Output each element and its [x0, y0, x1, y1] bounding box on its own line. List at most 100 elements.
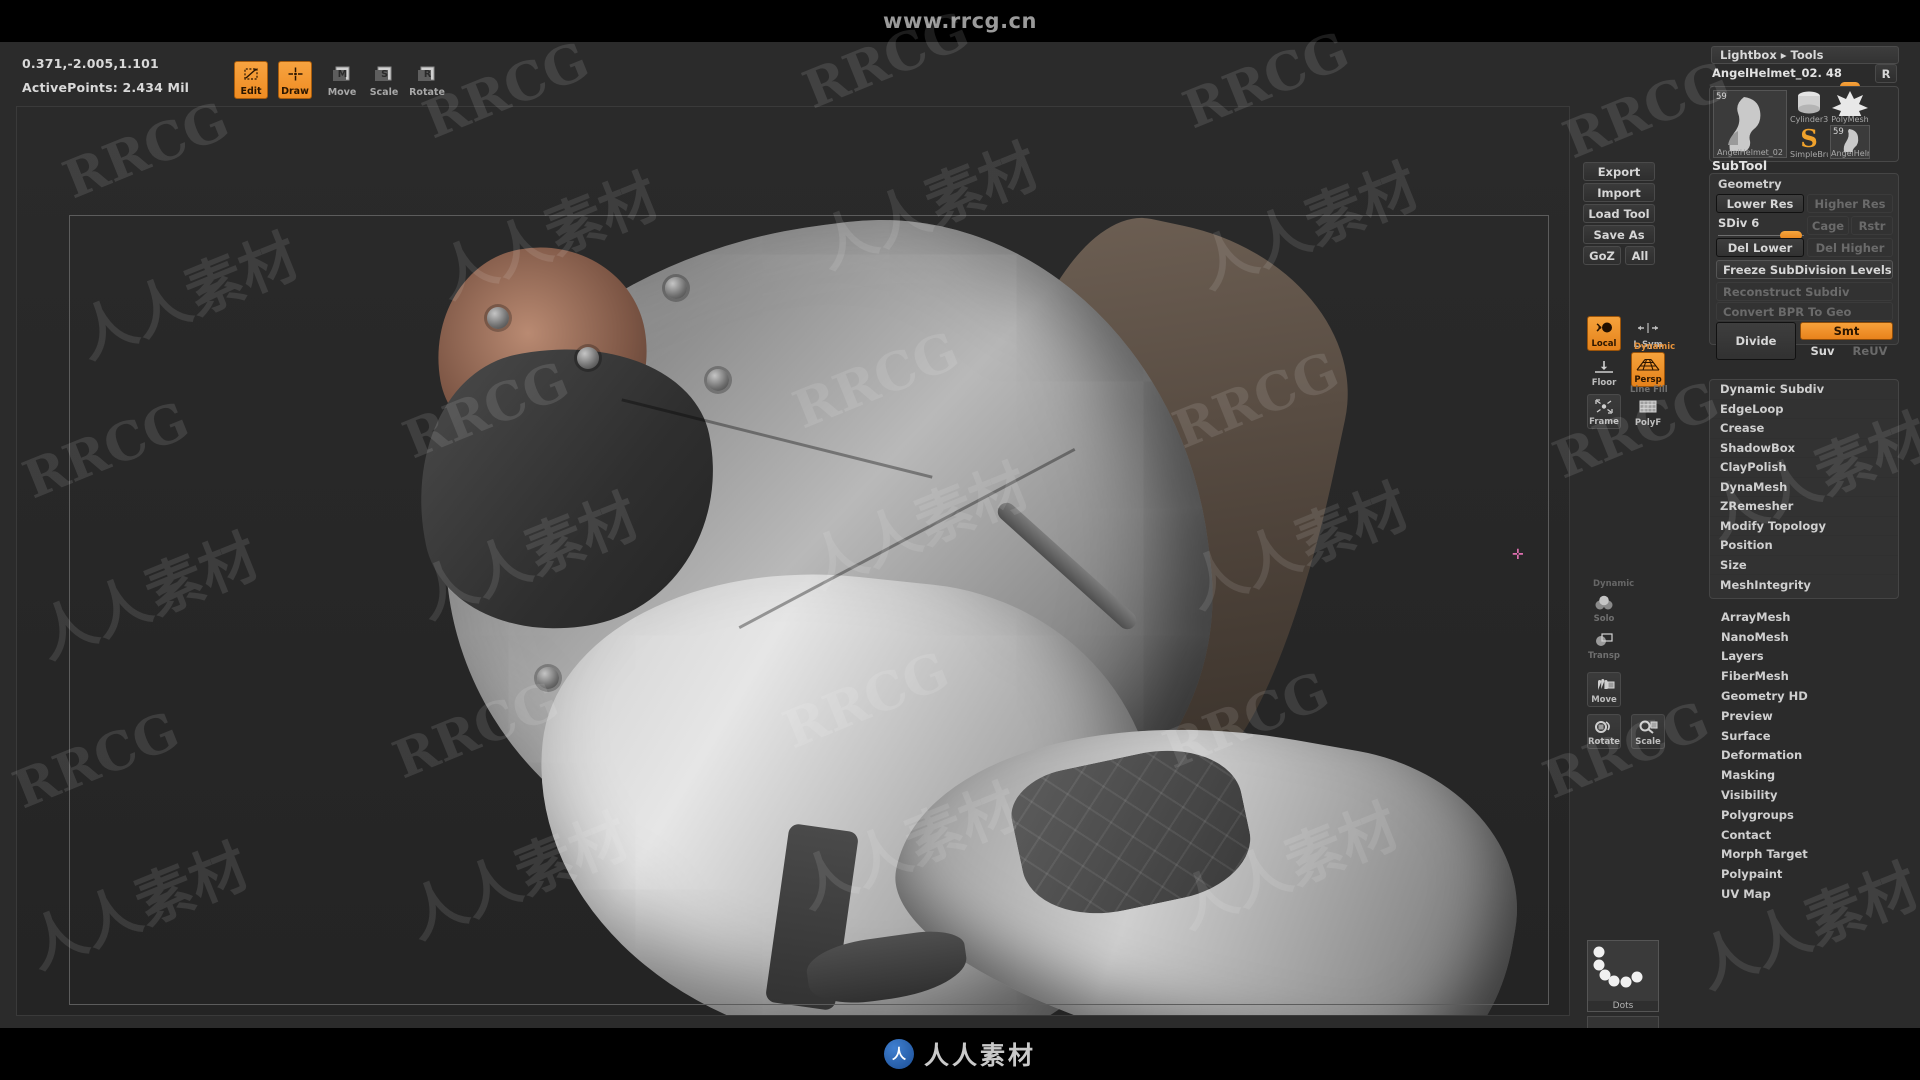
palette-item-uv-map[interactable]: UV Map: [1709, 884, 1899, 904]
menu-item-modify-topology[interactable]: Modify Topology: [1710, 517, 1898, 536]
higher-res-button[interactable]: Higher Res: [1807, 194, 1893, 213]
tool-thumb-cylinder[interactable]: Cylinder3: [1790, 90, 1828, 124]
move-button[interactable]: M Move: [325, 61, 359, 99]
perspective-icon: [1635, 353, 1661, 375]
viewport-canvas[interactable]: ✛: [16, 106, 1570, 1016]
palette-item-visibility[interactable]: Visibility: [1709, 785, 1899, 805]
cage-button[interactable]: Cage: [1807, 216, 1849, 235]
palette-item-polypaint[interactable]: Polypaint: [1709, 864, 1899, 884]
palette-item-nanomesh[interactable]: NanoMesh: [1709, 627, 1899, 647]
freeze-subdivision-button[interactable]: Freeze SubDivision Levels: [1716, 260, 1893, 279]
transparency-button[interactable]: Transp: [1587, 627, 1621, 662]
brand-watermark: 人人素材: [923, 1041, 1036, 1070]
gizmo-rotate-icon: [1593, 715, 1615, 737]
divide-button[interactable]: Divide: [1716, 322, 1796, 360]
tool-thumbnail-well: 59 AngelHelmet_02 Cylinder3 PolyMesh S S…: [1709, 86, 1899, 162]
palette-item-contact[interactable]: Contact: [1709, 825, 1899, 845]
palette-item-fibermesh[interactable]: FiberMesh: [1709, 666, 1899, 686]
brush-cursor: ✛: [1512, 547, 1524, 563]
palette-item-polygroups[interactable]: Polygroups: [1709, 805, 1899, 825]
stroke-widget[interactable]: Dots: [1587, 940, 1659, 1012]
menu-item-shadowbox[interactable]: ShadowBox: [1710, 439, 1898, 458]
lightbox-tools-button[interactable]: Lightbox ▸ Tools: [1711, 46, 1899, 64]
menu-item-dynamic-subdiv[interactable]: Dynamic Subdiv: [1710, 380, 1898, 400]
gizmo-scale-label: Scale: [1635, 737, 1661, 747]
gizmo-move-button[interactable]: Move: [1587, 672, 1621, 707]
palette-item-arraymesh[interactable]: ArrayMesh: [1709, 607, 1899, 627]
palette-item-surface[interactable]: Surface: [1709, 726, 1899, 746]
tool-name-slider[interactable]: AngelHelmet_02. 48: [1712, 66, 1867, 91]
edit-button[interactable]: Edit: [234, 61, 268, 99]
del-lower-button[interactable]: Del Lower: [1716, 238, 1804, 257]
local-symmetry-button[interactable]: Local: [1587, 316, 1621, 351]
rstr-button[interactable]: Rstr: [1851, 216, 1893, 235]
goz-button[interactable]: GoZ: [1583, 246, 1621, 265]
palette-item-preview-label: Preview: [1721, 708, 1773, 723]
del-higher-button[interactable]: Del Higher: [1807, 238, 1893, 257]
import-button[interactable]: Import: [1583, 183, 1655, 202]
menu-item-claypolish[interactable]: ClayPolish: [1710, 458, 1898, 478]
palette-item-surface-label: Surface: [1721, 728, 1771, 743]
goz-all-button[interactable]: All: [1625, 246, 1655, 265]
rstr-label: Rstr: [1858, 218, 1886, 233]
scale-s-icon: S: [374, 61, 394, 87]
reuv-button[interactable]: ReUV: [1847, 342, 1893, 360]
draw-button[interactable]: Draw: [278, 61, 312, 99]
palette-item-arraymesh-label: ArrayMesh: [1721, 609, 1791, 624]
smt-button[interactable]: Smt: [1800, 322, 1893, 340]
floor-grid-button[interactable]: Floor: [1587, 354, 1621, 389]
menu-item-crease[interactable]: Crease: [1710, 419, 1898, 439]
palette-item-preview[interactable]: Preview: [1709, 706, 1899, 726]
export-button[interactable]: Export: [1583, 162, 1655, 181]
palette-item-deformation[interactable]: Deformation: [1709, 746, 1899, 766]
tool-r-button[interactable]: R: [1875, 64, 1897, 83]
menu-item-claypolish-label: ClayPolish: [1720, 460, 1787, 475]
coordinate-readout: 0.371,-2.005,1.101: [22, 56, 159, 71]
palette-item-polypaint-label: Polypaint: [1721, 867, 1783, 882]
menu-item-size[interactable]: Size: [1710, 556, 1898, 575]
gizmo-rotate-button[interactable]: Rotate: [1587, 714, 1621, 749]
polyframe-button[interactable]: PolyF: [1631, 394, 1665, 429]
menu-item-edgeloop[interactable]: EdgeLoop: [1710, 400, 1898, 419]
tool-thumb-simplebrush[interactable]: S SimpleBru: [1790, 124, 1828, 159]
polyframe-linefill-label: Line Fill: [1630, 385, 1668, 395]
palette-item-masking[interactable]: Masking: [1709, 765, 1899, 785]
gizmo-rotate-label: Rotate: [1588, 737, 1621, 747]
sculpt-bolt-5: [537, 667, 559, 689]
menu-item-meshintegrity[interactable]: MeshIntegrity: [1710, 575, 1898, 595]
palette-item-morph-target[interactable]: Morph Target: [1709, 845, 1899, 865]
sdiv-slider[interactable]: SDiv 6: [1718, 216, 1804, 240]
tool-thumb-angelhelmet-small[interactable]: 59 AngelHeln: [1830, 125, 1870, 159]
lower-res-button[interactable]: Lower Res: [1716, 194, 1804, 213]
svg-text:M: M: [338, 69, 347, 80]
gizmo-scale-button[interactable]: Scale: [1631, 714, 1665, 749]
palette-item-geometry-hd[interactable]: Geometry HD: [1709, 686, 1899, 706]
menu-item-position[interactable]: Position: [1710, 536, 1898, 556]
load-tool-button[interactable]: Load Tool: [1583, 204, 1655, 223]
tool-thumb-polymesh-caption: PolyMesh: [1831, 115, 1869, 124]
scale-button[interactable]: S Scale: [367, 61, 401, 99]
save-as-button[interactable]: Save As: [1583, 225, 1655, 244]
menu-item-zremesher[interactable]: ZRemesher: [1710, 497, 1898, 517]
solo-button[interactable]: Solo: [1587, 590, 1621, 625]
app-chrome: 0.371,-2.005,1.101 ActivePoints: 2.434 M…: [0, 42, 1920, 1060]
palette-item-fibermesh-label: FiberMesh: [1721, 669, 1789, 684]
palette-item-visibility-label: Visibility: [1721, 788, 1778, 803]
tool-thumb-angelhelmet[interactable]: 59 AngelHelmet_02: [1713, 90, 1787, 158]
suv-button[interactable]: Suv: [1800, 342, 1845, 360]
menu-item-dynamesh[interactable]: DynaMesh: [1710, 478, 1898, 497]
perspective-button[interactable]: Persp: [1631, 352, 1665, 387]
palette-item-layers[interactable]: Layers: [1709, 647, 1899, 667]
sdiv-track[interactable]: [1718, 231, 1804, 240]
move-button-label: Move: [327, 87, 357, 98]
convert-bpr-button[interactable]: Convert BPR To Geo: [1716, 302, 1893, 321]
palette-item-uv-map-label: UV Map: [1721, 887, 1771, 902]
frame-button[interactable]: Frame: [1587, 394, 1621, 429]
export-button-label: Export: [1597, 164, 1641, 179]
tool-thumb-polymesh[interactable]: PolyMesh: [1830, 90, 1870, 124]
reconstruct-subdiv-label: Reconstruct Subdiv: [1723, 284, 1850, 299]
reconstruct-subdiv-button[interactable]: Reconstruct Subdiv: [1716, 282, 1893, 301]
rotate-button[interactable]: R Rotate: [409, 61, 445, 99]
sculpt-bolt-1: [487, 307, 509, 329]
del-lower-label: Del Lower: [1727, 240, 1793, 255]
